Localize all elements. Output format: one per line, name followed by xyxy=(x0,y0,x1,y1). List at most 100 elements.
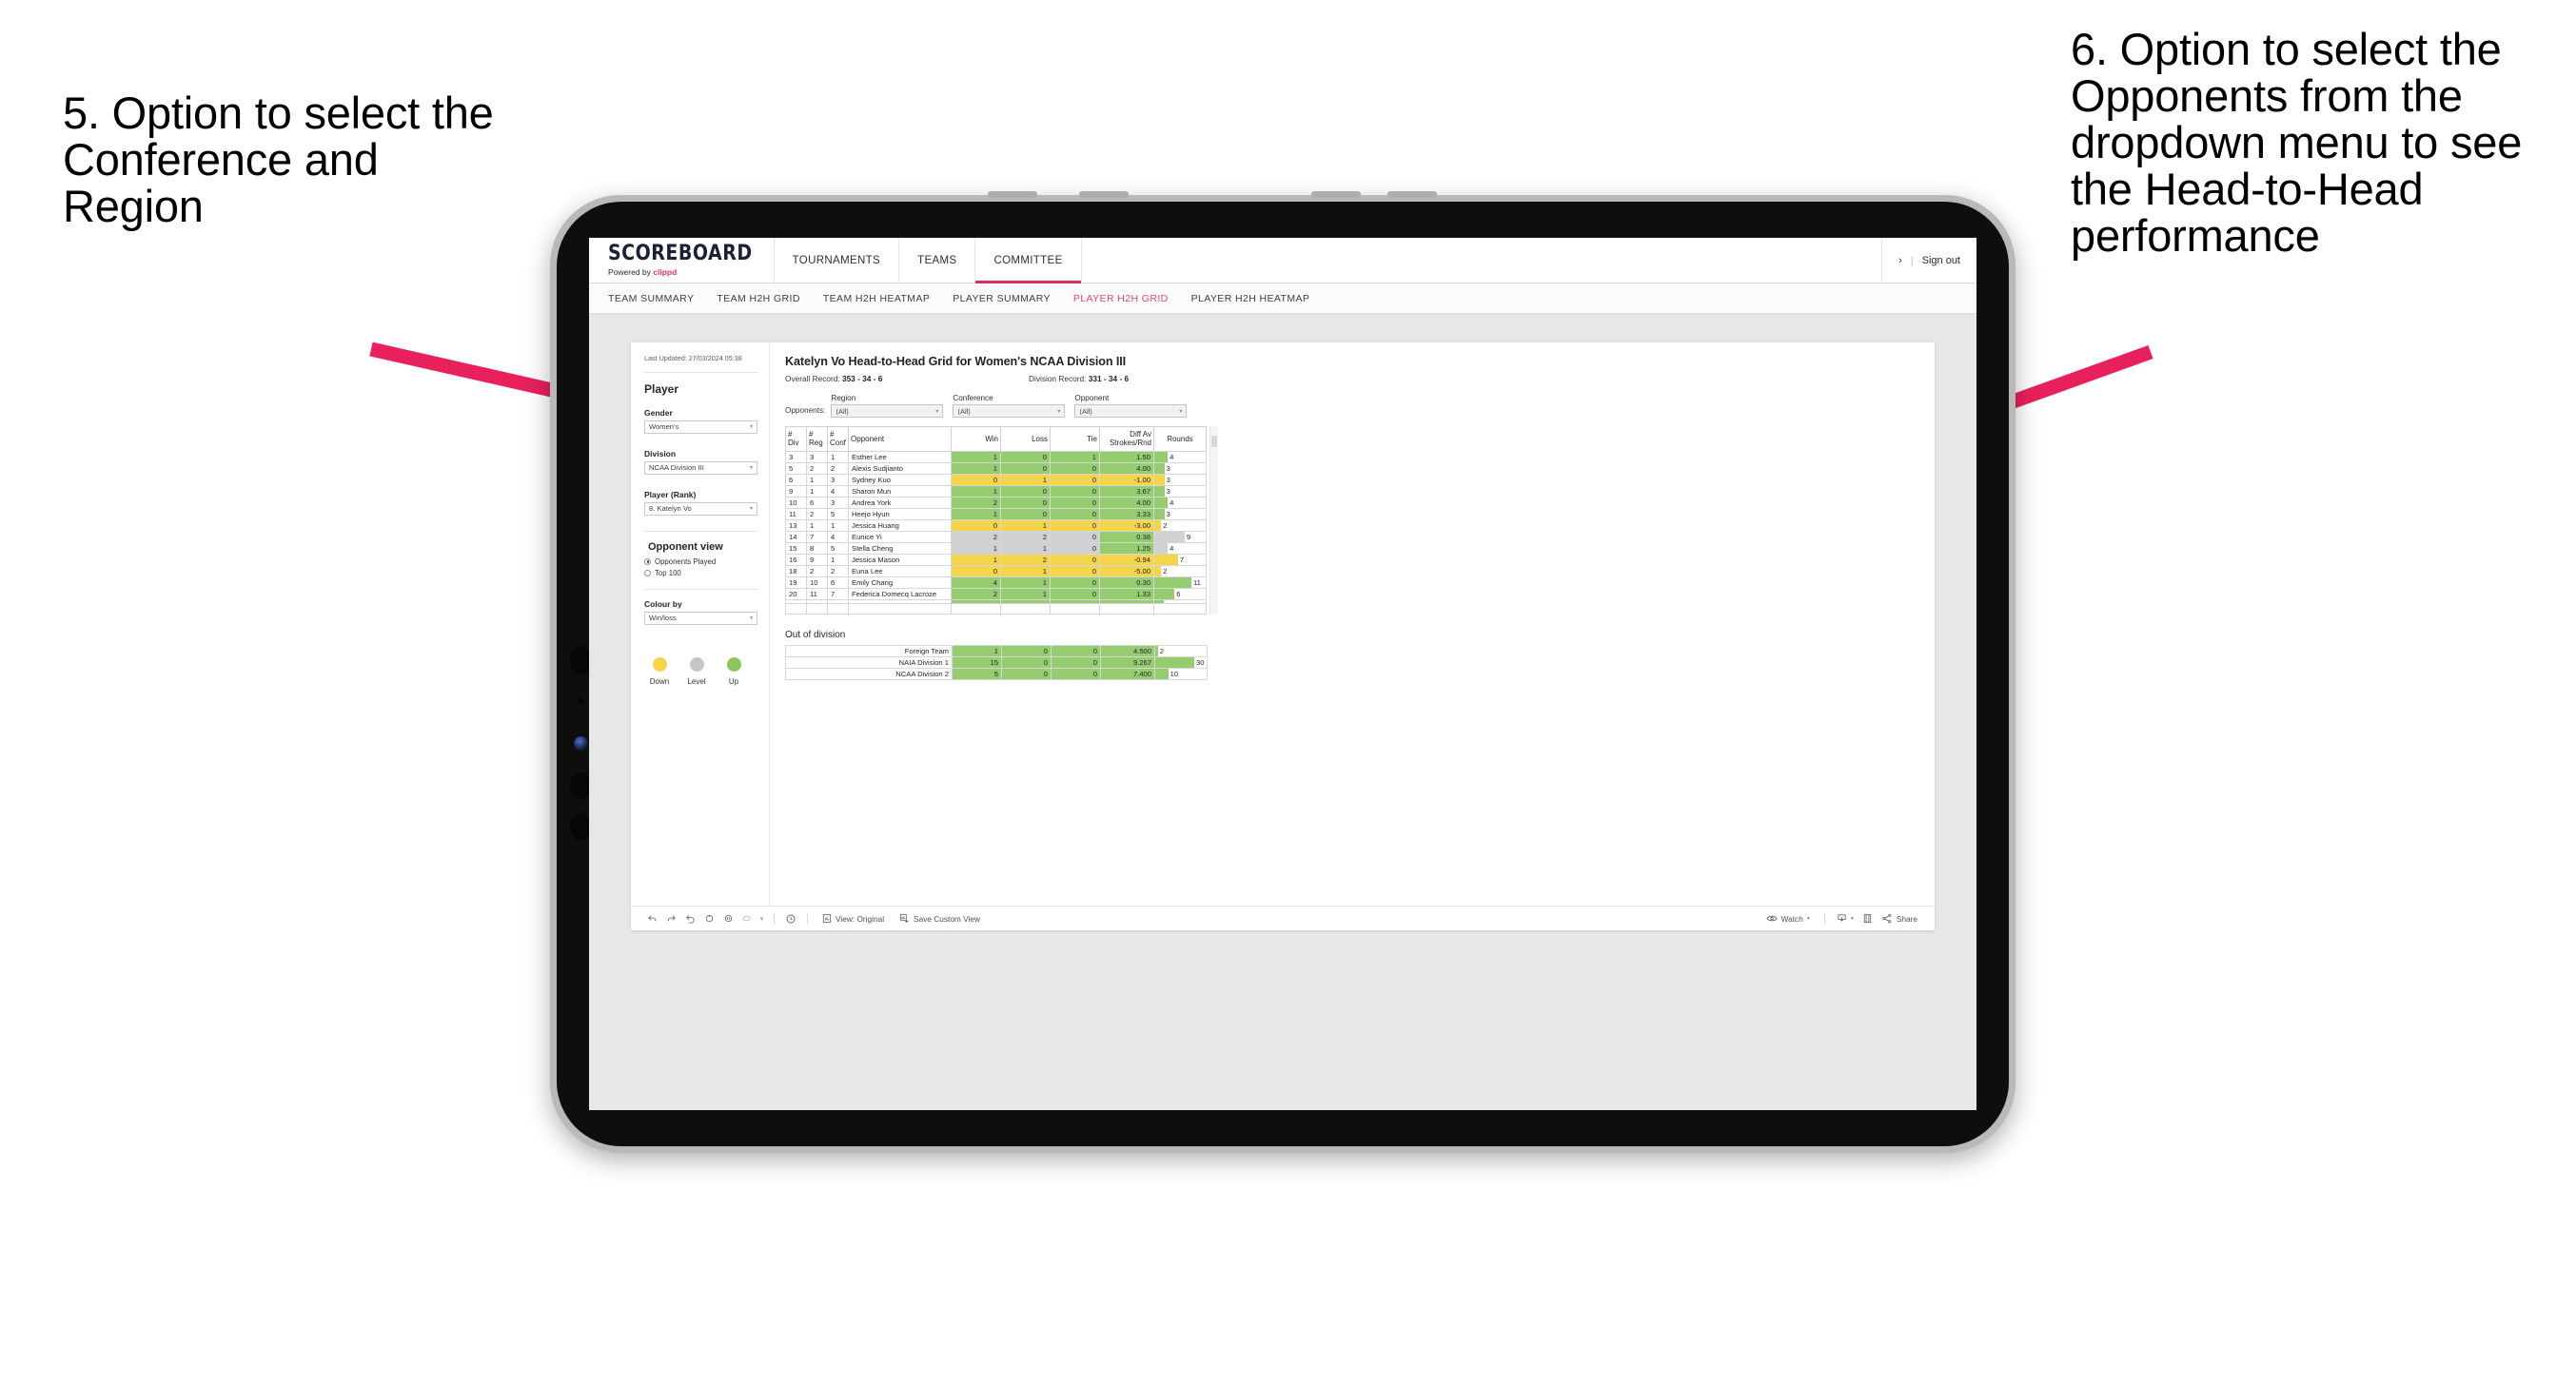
rounds-value: 6 xyxy=(1176,589,1181,598)
subnav-player-h2h-grid[interactable]: PLAYER H2H GRID xyxy=(1073,293,1169,304)
table-row[interactable]: 10 6 3 Andrea York 2 0 0 4.00 4 xyxy=(785,496,1207,509)
cell-conf: 1 xyxy=(827,450,849,463)
division-record-label: Division Record: xyxy=(1029,374,1089,383)
nav-tab-teams[interactable]: TEAMS xyxy=(899,238,976,283)
subnav-team-h2h-heatmap[interactable]: TEAM H2H HEATMAP xyxy=(823,293,930,304)
clock-history-icon[interactable] xyxy=(781,913,800,925)
table-row[interactable]: 3 3 1 Esther Lee 1 0 1 1.50 4 xyxy=(785,450,1207,463)
cell-reg: 3 xyxy=(806,450,828,463)
watch-button[interactable]: Watch ▾ xyxy=(1759,913,1818,924)
save-custom-view-button[interactable]: Save Custom View xyxy=(892,913,988,924)
rounds-value: 11 xyxy=(1193,577,1201,587)
out-of-division-body: Foreign Team 1 0 0 4.500 2 NAIA Division 1 15 0 0… xyxy=(785,644,1208,680)
nav-tab-tournaments[interactable]: TOURNAMENTS xyxy=(775,238,900,283)
table-row[interactable]: 18 2 2 Euna Lee 0 1 0 -5.00 2 xyxy=(785,564,1207,577)
table-scrollbar[interactable] xyxy=(1209,426,1218,615)
colour-legend: Down Level Up xyxy=(644,656,757,686)
table-row[interactable]: 15 8 5 Stella Cheng 1 1 0 1.25 4 xyxy=(785,541,1207,555)
opponent-filter-select[interactable]: (All) ▾ xyxy=(1074,404,1188,418)
highlight-chevron-down-icon[interactable]: ▾ xyxy=(757,915,767,923)
cell-empty xyxy=(827,602,849,615)
col-reg: # Reg xyxy=(806,426,828,452)
cell-rounds: 2 xyxy=(1154,644,1208,657)
scrollbar-thumb[interactable] xyxy=(1211,436,1217,447)
account-chevron-icon[interactable]: › xyxy=(1898,255,1902,266)
colour-by-select[interactable]: Win/loss ▾ xyxy=(644,611,757,625)
region-filter-label: Region xyxy=(831,394,856,402)
subnav-player-h2h-heatmap[interactable]: PLAYER H2H HEATMAP xyxy=(1191,293,1310,304)
col-conf-top: # xyxy=(830,430,835,439)
table-row[interactable]: 19 10 6 Emily Chang 4 1 0 0.30 11 xyxy=(785,576,1207,589)
table-row[interactable]: 6 1 3 Sydney Kuo 0 1 0 -1.00 3 xyxy=(785,473,1207,486)
cell-tie: 0 xyxy=(1050,541,1100,555)
table-row[interactable]: 11 2 5 Heejo Hyun 1 0 0 3.33 3 xyxy=(785,507,1207,520)
conference-filter-select[interactable]: (All) ▾ xyxy=(953,404,1066,418)
rounds-value: 2 xyxy=(1163,566,1168,576)
table-row[interactable]: 20 11 7 Federica Domecq Lacroze 2 1 0 1.33 6 xyxy=(785,587,1207,600)
cell-reg: 7 xyxy=(806,530,828,543)
fullscreen-icon[interactable] xyxy=(1858,913,1878,924)
cell-tie: 0 xyxy=(1051,667,1101,680)
division-select[interactable]: NCAA Division III ▾ xyxy=(644,460,757,475)
rounds-value: 2 xyxy=(1159,646,1164,655)
tablet-bezel: SCOREBOARD Powered by clippd TOURNAMENTS… xyxy=(557,202,2009,1146)
cell-tie: 0 xyxy=(1050,587,1100,600)
player-rank-select[interactable]: 8. Katelyn Vo ▾ xyxy=(644,501,757,516)
cell-win: 0 xyxy=(951,473,1001,486)
opponents-filter-label: Opponents: xyxy=(785,406,826,415)
cell-reg: 10 xyxy=(806,576,828,589)
refresh-icon[interactable] xyxy=(699,913,718,924)
chevron-down-icon: ▾ xyxy=(935,408,939,415)
subnav-team-h2h-grid[interactable]: TEAM H2H GRID xyxy=(717,293,799,304)
rounds-bar xyxy=(1154,554,1178,565)
table-row[interactable]: 14 7 4 Eunice Yi 2 2 0 0.38 9 xyxy=(785,530,1207,543)
table-row[interactable]: 16 9 1 Jessica Mason 1 2 0 -0.94 7 xyxy=(785,553,1207,566)
subnav-player-summary[interactable]: PLAYER SUMMARY xyxy=(953,293,1051,304)
division-label: Division xyxy=(644,448,677,459)
pause-updates-icon[interactable] xyxy=(718,913,737,924)
cell-win: 0 xyxy=(951,564,1001,577)
region-filter-select[interactable]: (All) ▾ xyxy=(831,404,944,418)
cell-tie: 0 xyxy=(1050,461,1100,475)
undo-icon[interactable] xyxy=(642,913,661,924)
rounds-bar xyxy=(1154,542,1169,554)
table-row[interactable]: 9 1 4 Sharon Mun 1 0 0 3.67 3 xyxy=(785,484,1207,498)
cell-tie: 0 xyxy=(1050,530,1100,543)
cell-diff: 4.00 xyxy=(1099,496,1154,509)
table-row[interactable]: 13 1 1 Jessica Huang 0 1 0 -3.00 2 xyxy=(785,518,1207,532)
cell-opponent: Sydney Kuo xyxy=(848,473,952,486)
sidebar-divider-2 xyxy=(644,530,757,532)
radio-top-100[interactable]: Top 100 xyxy=(644,569,757,577)
division-record: Division Record: 331 - 34 - 6 xyxy=(1029,374,1129,383)
table-row[interactable]: 5 2 2 Alexis Sudjianto 1 0 0 4.00 3 xyxy=(785,461,1207,475)
view-original-button[interactable]: View: Original xyxy=(815,913,892,924)
download-button[interactable]: ▾ xyxy=(1832,913,1858,924)
subnav-team-summary[interactable]: TEAM SUMMARY xyxy=(608,293,694,304)
rounds-bar xyxy=(1154,474,1165,485)
out-of-division-row[interactable]: Foreign Team 1 0 0 4.500 2 xyxy=(785,644,1208,657)
legend-item-level: Level xyxy=(686,656,707,686)
out-of-division-row[interactable]: NAIA Division 1 15 0 0 9.267 30 xyxy=(785,655,1208,669)
out-of-division-row[interactable]: NCAA Division 2 5 0 0 7.400 10 xyxy=(785,667,1208,680)
share-button[interactable]: Share xyxy=(1878,913,1923,924)
rounds-bar xyxy=(1154,519,1162,531)
gender-select[interactable]: Women's ▾ xyxy=(644,420,757,434)
table-empty-space xyxy=(785,602,1207,615)
cell-diff: 4.500 xyxy=(1100,644,1155,657)
cell-empty xyxy=(1153,602,1207,615)
sign-out-button[interactable]: Sign out xyxy=(1922,255,1960,266)
cell-rounds: 30 xyxy=(1154,655,1208,669)
gender-label: Gender xyxy=(644,407,673,418)
radio-opponents-played[interactable]: Opponents Played xyxy=(644,557,757,566)
view-original-label: View: Original xyxy=(836,913,885,924)
redo-icon[interactable] xyxy=(661,913,680,924)
sidebar-divider-1 xyxy=(644,371,757,373)
highlight-icon[interactable] xyxy=(737,913,757,924)
cell-win: 1 xyxy=(951,541,1001,555)
cell-loss: 0 xyxy=(1001,644,1052,657)
cell-tie: 0 xyxy=(1050,564,1100,577)
revert-icon[interactable] xyxy=(680,913,699,924)
nav-tab-committee[interactable]: COMMITTEE xyxy=(975,238,1082,283)
cell-rounds: 3 xyxy=(1153,507,1207,520)
scoreboard-logo[interactable]: SCOREBOARD Powered by clippd xyxy=(589,238,775,283)
